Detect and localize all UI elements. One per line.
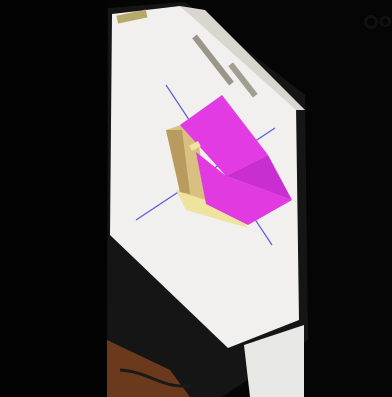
photo-scene [0,0,392,397]
watermark: O [362,12,392,32]
photo-drawing [0,0,392,397]
watermark-letter: O [379,13,392,31]
circle-logo-icon [364,15,378,29]
left-dark-area [0,0,107,397]
